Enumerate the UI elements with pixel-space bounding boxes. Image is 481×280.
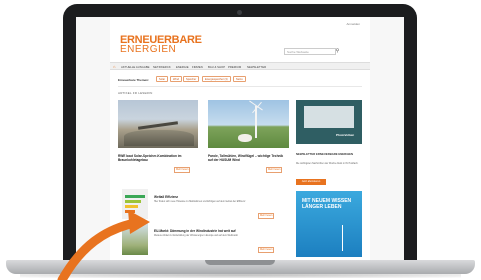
ad-headline: MIT NEUEM WISSEN LÄNGER LEBEN [302,198,352,210]
list-item-title[interactable]: Weltall Effizienz [154,195,178,199]
list-item-title[interactable]: EU-Markt: Dämmung in der Windindustrie h… [154,229,288,233]
read-more-button[interactable]: Mehr lesen [174,167,191,173]
efficiency-bar [125,200,141,203]
topic-chip[interactable]: Energiespeicher (3) [202,76,231,82]
newsletter-subscribe-button[interactable]: Jetzt abonnieren [296,179,326,185]
topic-chip[interactable]: Solar [156,76,169,82]
article-image-open-pit-mine[interactable] [118,100,198,148]
sidebar-ad-blue[interactable]: MIT NEUEM WISSEN LÄNGER LEBEN [296,191,362,257]
conveyor-shape [137,121,179,130]
efficiency-bar [125,205,138,208]
nav-item-newsletter[interactable]: NEWSLETTER [247,65,266,69]
list-thumbnail-efficiency[interactable] [122,189,148,219]
article-headline[interactable]: Parole, Tallmühlen, Windflügel – wichtig… [208,154,288,162]
login-link[interactable]: Anmelden [346,22,360,26]
article-headline[interactable]: RWE baut Solar-Speicher-Kombination im B… [118,154,196,162]
nav-item-energie[interactable]: ENERGIE [176,65,189,69]
nav-item-aktuelle-ausgabe[interactable]: AKTUELLE AUSGABE [121,65,149,69]
laptop-notch [205,260,275,265]
top-bar: Anmelden [110,17,370,33]
nav-item-firmen[interactable]: FIRMEN [192,65,203,69]
search-placeholder: Suche Webseite [287,50,309,54]
nav-item-netzwerck[interactable]: NETZWERCK [153,65,171,69]
ad-panel-shape [304,106,354,128]
topic-chip[interactable]: Netze [233,76,246,82]
laptop-screen: Anmelden ERNEUERBARE ENERGIEN Suche Webs… [76,17,404,262]
newsletter-text: Die wichtigsten Nachrichten der Woche di… [296,163,359,165]
topic-chip[interactable]: Wind [170,76,182,82]
nav-item-bau-shop[interactable]: BAU & SHOP [208,65,225,69]
read-more-button[interactable]: Mehr lesen [266,167,283,173]
main-navbar: ⌂ AKTUELLE AUSGABE NETZWERCK ENERGIE FIR… [110,62,370,70]
search-icon[interactable]: ⚲ [334,48,341,55]
website-page: Anmelden ERNEUERBARE ENERGIEN Suche Webs… [110,17,370,262]
logo-line-2: ENERGIEN [120,44,177,55]
efficiency-bar [125,195,145,198]
turbine-shape [342,225,343,251]
divider [118,86,362,87]
topic-chip[interactable]: Speicher [183,76,200,82]
pit-shape [124,130,194,146]
ad-brand: PhotoVoltaic [336,133,355,137]
section-title: ARTIKEL FR LESERIN [118,91,153,95]
mockup-stage: Anmelden ERNEUERBARE ENERGIEN Suche Webs… [0,0,481,280]
camera-icon [237,10,242,15]
list-thumbnail-wind[interactable] [122,223,148,255]
newsletter-title: NEWSLETTER ERNEUERBARE ENERGIEN [296,152,354,156]
search-input[interactable]: Suche Webseite [284,48,336,55]
read-more-button[interactable]: Mehr lesen [258,247,275,253]
sheep-shape [238,134,252,142]
list-item-text: Weitere Artikel zur Entwicklung der Wind… [154,235,238,237]
read-more-button[interactable]: Mehr lesen [258,213,275,219]
home-icon[interactable]: ⌂ [113,64,115,69]
article-image-wind-turbine-sheep[interactable] [208,100,289,148]
topics-row: Erneuerbare Themen: Solar Wind Speicher … [118,76,362,83]
efficiency-bar [125,210,135,213]
turbine-tower [255,106,257,138]
nav-item-premium[interactable]: PREMIUM [228,65,241,69]
topics-label: Erneuerbare Themen: [118,78,150,82]
site-logo[interactable]: ERNEUERBARE ENERGIEN [120,35,202,55]
list-item-text: Hier finden sich neue Hinweise zu Maßnah… [154,201,246,203]
sidebar-ad-banner[interactable]: PhotoVoltaic [296,100,362,144]
